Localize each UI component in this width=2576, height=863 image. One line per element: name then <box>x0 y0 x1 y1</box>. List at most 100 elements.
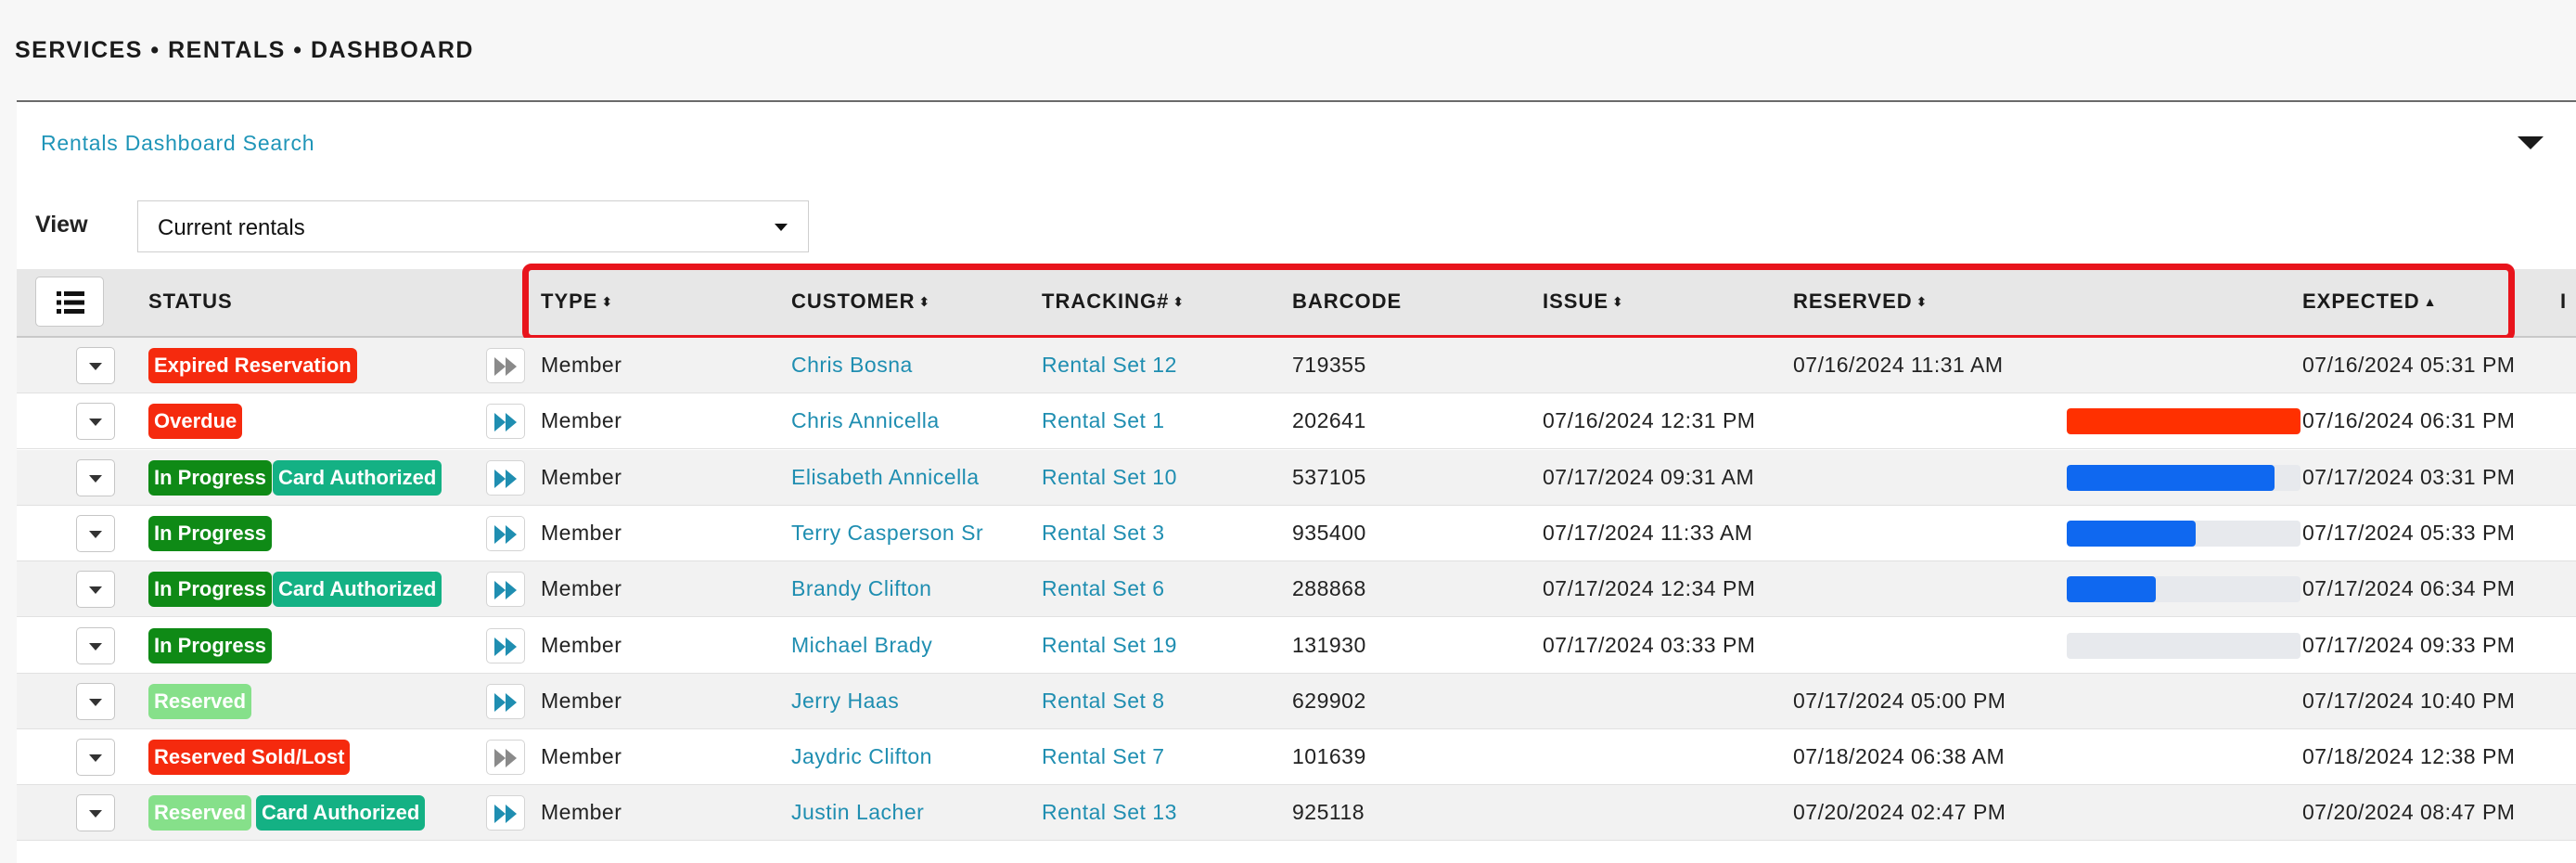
status-badge: In Progress <box>148 627 273 663</box>
cell-expected: 07/17/2024 05:33 PM <box>2302 520 2516 545</box>
fast-forward-button[interactable] <box>486 683 525 719</box>
cell-type: Member <box>541 800 622 825</box>
fast-forward-button[interactable] <box>486 740 525 776</box>
row-expand-button[interactable] <box>76 626 115 664</box>
cell-tracking-link[interactable]: Rental Set 6 <box>1042 576 1165 601</box>
cell-expected: 07/17/2024 09:33 PM <box>2302 632 2516 657</box>
cell-tracking-link[interactable]: Rental Set 3 <box>1042 521 1165 546</box>
cell-reserved: 07/20/2024 02:47 PM <box>1793 800 2006 825</box>
row-expand-button[interactable] <box>76 571 115 609</box>
cell-customer-link[interactable]: Chris Annicella <box>791 408 940 433</box>
cell-expected: 07/17/2024 10:40 PM <box>2302 688 2516 713</box>
cell-reserved: 07/17/2024 05:00 PM <box>1793 688 2006 713</box>
fast-forward-button[interactable] <box>486 515 525 551</box>
cell-tracking-link[interactable]: Rental Set 8 <box>1042 689 1165 714</box>
list-icon <box>57 291 84 314</box>
rental-progress-fill <box>2067 464 2275 491</box>
fast-forward-icon <box>494 581 517 600</box>
status-badge: Card Authorized <box>273 459 442 496</box>
cell-customer-link[interactable]: Jerry Haas <box>791 689 899 714</box>
rental-progress-fill <box>2067 520 2196 547</box>
cell-issue: 07/17/2024 11:33 AM <box>1543 520 1753 545</box>
cell-type: Member <box>541 408 622 433</box>
row-expand-button[interactable] <box>76 347 115 384</box>
table-row: In Progress Card Authorized Member Elisabet… <box>17 449 2576 506</box>
cell-expected: 07/16/2024 05:31 PM <box>2302 353 2516 377</box>
col-overflow-label: I <box>2560 290 2568 313</box>
table-row: In Progress Card Authorized Member Brandy C… <box>17 561 2576 618</box>
row-expand-button[interactable] <box>76 514 115 552</box>
row-divider <box>17 840 2576 842</box>
cell-expected: 07/18/2024 12:38 PM <box>2302 744 2516 769</box>
rental-progress-bar <box>2067 632 2300 659</box>
fast-forward-button[interactable] <box>486 627 525 663</box>
cell-customer-link[interactable]: Terry Casperson Sr <box>791 521 983 546</box>
cell-barcode: 925118 <box>1292 800 1365 825</box>
cell-barcode: 131930 <box>1292 632 1366 657</box>
cell-tracking-link[interactable]: Rental Set 7 <box>1042 744 1165 769</box>
cell-tracking-link[interactable]: Rental Set 13 <box>1042 800 1177 825</box>
row-expand-button[interactable] <box>76 794 115 832</box>
cell-customer-link[interactable]: Jaydric Clifton <box>791 744 932 769</box>
view-label: View <box>35 212 88 238</box>
cell-tracking-link[interactable]: Rental Set 19 <box>1042 633 1177 658</box>
row-expand-button[interactable] <box>76 458 115 496</box>
cell-issue: 07/17/2024 09:31 AM <box>1543 464 1755 489</box>
cell-tracking-link[interactable]: Rental Set 1 <box>1042 408 1165 433</box>
fast-forward-icon <box>494 357 517 376</box>
fast-forward-button[interactable] <box>486 459 525 496</box>
table-row: Expired Reservation Member Chris Bosna Rent… <box>17 338 2576 393</box>
cell-expected: 07/17/2024 03:31 PM <box>2302 464 2516 489</box>
view-select[interactable]: Current rentals <box>137 200 809 252</box>
chevron-down-icon[interactable] <box>2518 136 2544 149</box>
status-badge: In Progress <box>148 515 273 551</box>
cell-type: Member <box>541 576 622 601</box>
cell-tracking-link[interactable]: Rental Set 10 <box>1042 465 1177 490</box>
cell-type: Member <box>541 632 622 657</box>
fast-forward-button[interactable] <box>486 795 525 831</box>
fast-forward-icon <box>494 805 517 824</box>
col-status: STATUS <box>148 290 233 314</box>
cell-customer-link[interactable]: Justin Lacher <box>791 800 924 825</box>
status-badge: Reserved <box>148 683 252 719</box>
rental-progress-fill <box>2067 576 2156 603</box>
cell-barcode: 537105 <box>1292 464 1366 489</box>
rental-progress-bar <box>2067 576 2300 603</box>
table-row: Overdue Member Chris Annicella Rental Set 1… <box>17 393 2576 450</box>
row-expand-button[interactable] <box>76 682 115 720</box>
fast-forward-button[interactable] <box>486 404 525 440</box>
cell-customer-link[interactable]: Michael Brady <box>791 633 932 658</box>
fast-forward-icon <box>494 469 517 488</box>
cell-reserved: 07/18/2024 06:38 AM <box>1793 744 2006 769</box>
cell-type: Member <box>541 464 622 489</box>
status-badge: In Progress <box>148 459 273 496</box>
cell-tracking-link[interactable]: Rental Set 12 <box>1042 353 1177 378</box>
search-panel-toggle[interactable]: Rentals Dashboard Search <box>41 131 314 156</box>
cell-issue: 07/16/2024 12:31 PM <box>1543 408 1756 433</box>
caret-down-icon <box>775 224 788 231</box>
column-chooser-button[interactable] <box>35 277 104 327</box>
cell-expected: 07/17/2024 06:34 PM <box>2302 576 2516 601</box>
fast-forward-icon <box>494 749 517 768</box>
fast-forward-icon <box>494 692 517 712</box>
cell-type: Member <box>541 353 622 377</box>
cell-barcode: 629902 <box>1292 688 1366 713</box>
rental-progress-bar <box>2067 408 2300 435</box>
fast-forward-button[interactable] <box>486 572 525 608</box>
table-row: Reserved Card Authorized Member Justin Lach… <box>17 785 2576 842</box>
row-expand-button[interactable] <box>76 403 115 441</box>
cell-barcode: 935400 <box>1292 520 1366 545</box>
cell-issue: 07/17/2024 03:33 PM <box>1543 632 1756 657</box>
table-row: Reserved Member Jerry Haas Rental Set 8 6299… <box>17 673 2576 729</box>
status-badge: In Progress <box>148 572 273 608</box>
table-row: In Progress Member Terry Casperson Sr Renta… <box>17 505 2576 561</box>
cell-customer-link[interactable]: Chris Bosna <box>791 353 913 378</box>
status-badge: Card Authorized <box>256 795 426 831</box>
fast-forward-button[interactable] <box>486 348 525 383</box>
cell-barcode: 101639 <box>1292 744 1366 769</box>
row-expand-button[interactable] <box>76 739 115 777</box>
breadcrumb: SERVICES • RENTALS • DASHBOARD <box>15 37 474 63</box>
cell-customer-link[interactable]: Brandy Clifton <box>791 576 931 601</box>
cell-type: Member <box>541 520 622 545</box>
cell-customer-link[interactable]: Elisabeth Annicella <box>791 465 980 490</box>
